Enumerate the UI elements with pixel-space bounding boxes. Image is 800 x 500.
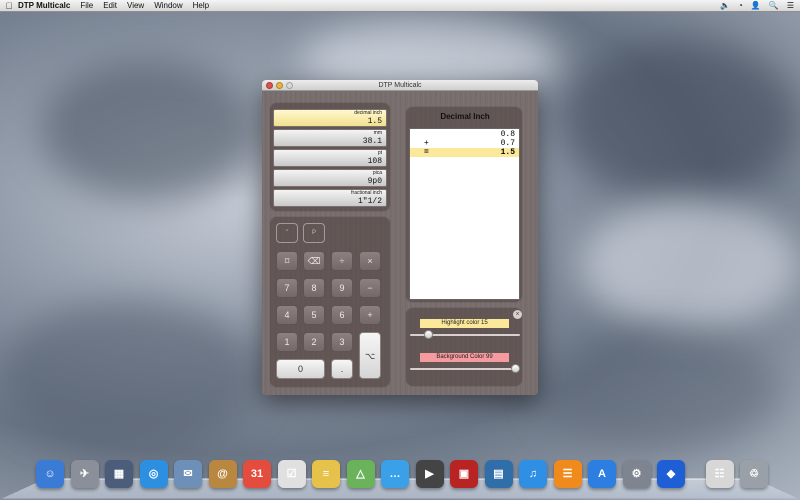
tape-title: Decimal Inch	[440, 112, 490, 121]
menu-view[interactable]: View	[127, 1, 144, 10]
dock-finder-icon[interactable]: ☺	[36, 460, 64, 488]
dock-maps-icon[interactable]: △	[346, 460, 375, 488]
key-1[interactable]: 1	[276, 332, 298, 352]
inch-mode-key[interactable]: "	[276, 223, 298, 243]
dock-notes-icon[interactable]: ≡	[312, 460, 340, 488]
menu-file[interactable]: File	[80, 1, 93, 10]
dock-facetime-icon[interactable]: ▶	[415, 460, 444, 488]
minimize-button[interactable]	[276, 82, 283, 89]
key-3[interactable]: 3	[331, 332, 353, 352]
dock-safari-icon[interactable]: ◎	[139, 460, 168, 488]
menu-bar:  DTP Multicalc File Edit View Window He…	[0, 0, 800, 12]
key-8[interactable]: 8	[303, 278, 325, 298]
tape-line: +0.7	[424, 139, 515, 148]
dock-launchpad-icon[interactable]: ✈	[70, 460, 99, 488]
background-color-label: Background Color 99	[420, 353, 509, 362]
tape-display[interactable]: 0.8 +0.7 = 1.5	[409, 128, 520, 300]
key-6[interactable]: 6	[331, 305, 353, 325]
dock-system-preferences-icon[interactable]: ⚙	[622, 460, 651, 488]
clear-key[interactable]: ⌑	[276, 251, 298, 271]
divide-key[interactable]: ÷	[331, 251, 353, 271]
tape-result-line: = 1.5	[410, 148, 519, 157]
dock-messages-icon[interactable]: …	[381, 460, 409, 488]
tape-line: 0.8	[500, 130, 515, 139]
dock-ibooks-icon[interactable]: ☰	[553, 460, 582, 488]
unit-mm[interactable]: mm 38.1	[273, 129, 387, 147]
dock-dtp-multicalc-icon[interactable]: ◆	[657, 460, 685, 488]
highlight-slider-knob[interactable]	[424, 330, 433, 339]
key-9[interactable]: 9	[331, 278, 353, 298]
key-5[interactable]: 5	[303, 305, 325, 325]
window-titlebar[interactable]: DTP Multicalc	[262, 80, 538, 91]
dock-iphoto-icon[interactable]: ▤	[484, 460, 513, 488]
volume-icon[interactable]: 🔈	[720, 1, 730, 10]
dock-app-store-icon[interactable]: A	[588, 460, 616, 488]
background-slider-knob[interactable]	[511, 364, 520, 373]
dock-mission-control-icon[interactable]: ▦	[105, 460, 133, 488]
multiply-key[interactable]: ×	[359, 251, 381, 271]
unit-pica[interactable]: pica 9p0	[273, 169, 387, 187]
pica-mode-key[interactable]: P	[303, 223, 325, 243]
key-2[interactable]: 2	[303, 332, 325, 352]
unit-pt[interactable]: pt 108	[273, 149, 387, 167]
decimal-point-key[interactable]: .	[331, 359, 353, 379]
dock-reminders-icon[interactable]: ☑	[277, 460, 306, 488]
wifi-icon[interactable]: ◔	[738, 1, 743, 10]
menu-edit[interactable]: Edit	[103, 1, 117, 10]
highlight-color-label: Highlight color 15	[420, 319, 509, 328]
menu-help[interactable]: Help	[193, 1, 209, 10]
zoom-button[interactable]	[286, 82, 293, 89]
key-7[interactable]: 7	[276, 278, 298, 298]
user-icon[interactable]: 👤	[751, 1, 761, 10]
key-4[interactable]: 4	[276, 305, 298, 325]
close-button[interactable]	[266, 82, 273, 89]
background-slider-track[interactable]	[410, 368, 520, 370]
backspace-key[interactable]: ⌫	[303, 251, 325, 271]
dock-mail-icon[interactable]: ✉	[174, 460, 202, 488]
unit-fractional-inch[interactable]: fractional inch 1"1/2	[273, 189, 387, 207]
close-color-panel-icon[interactable]: ×	[513, 310, 522, 319]
dock-contacts-icon[interactable]: @	[208, 460, 237, 488]
menu-window[interactable]: Window	[154, 1, 182, 10]
tape-panel: Decimal Inch 0.8 +0.7 = 1.5	[405, 106, 523, 303]
key-0[interactable]: 0	[276, 359, 325, 379]
search-icon[interactable]: 🔍	[769, 1, 779, 10]
app-menu[interactable]: DTP Multicalc	[18, 1, 70, 10]
multicalc-window: DTP Multicalc decimal inch 1.5 mm 38.1 pt 1…	[262, 80, 538, 395]
dock-calendar-icon[interactable]: 31	[243, 460, 271, 488]
list-icon[interactable]: ☰	[787, 1, 794, 10]
unit-decimal-inch[interactable]: decimal inch 1.5	[273, 109, 387, 127]
color-panel: × Highlight color 15 Background Color 99	[405, 307, 523, 387]
dock-trash-icon[interactable]: ♲	[740, 460, 768, 488]
keypad-panel: " P ⌑ ⌫ ÷ × 7 8 9 − 4 5 6 + 1 2 3 ⌥ 0 .	[269, 216, 391, 388]
minus-key[interactable]: −	[359, 278, 381, 298]
dock-documents-icon[interactable]: ☷	[705, 460, 734, 488]
window-title: DTP Multicalc	[378, 82, 422, 89]
equals-key[interactable]: ⌥	[359, 332, 381, 379]
dock-photo-booth-icon[interactable]: ▣	[450, 460, 478, 488]
apple-menu-icon[interactable]: 	[0, 1, 18, 11]
units-panel: decimal inch 1.5 mm 38.1 pt 108 pica 9p0 fra…	[269, 102, 391, 212]
dock-itunes-icon[interactable]: ♫	[519, 460, 547, 488]
plus-key[interactable]: +	[359, 305, 381, 325]
